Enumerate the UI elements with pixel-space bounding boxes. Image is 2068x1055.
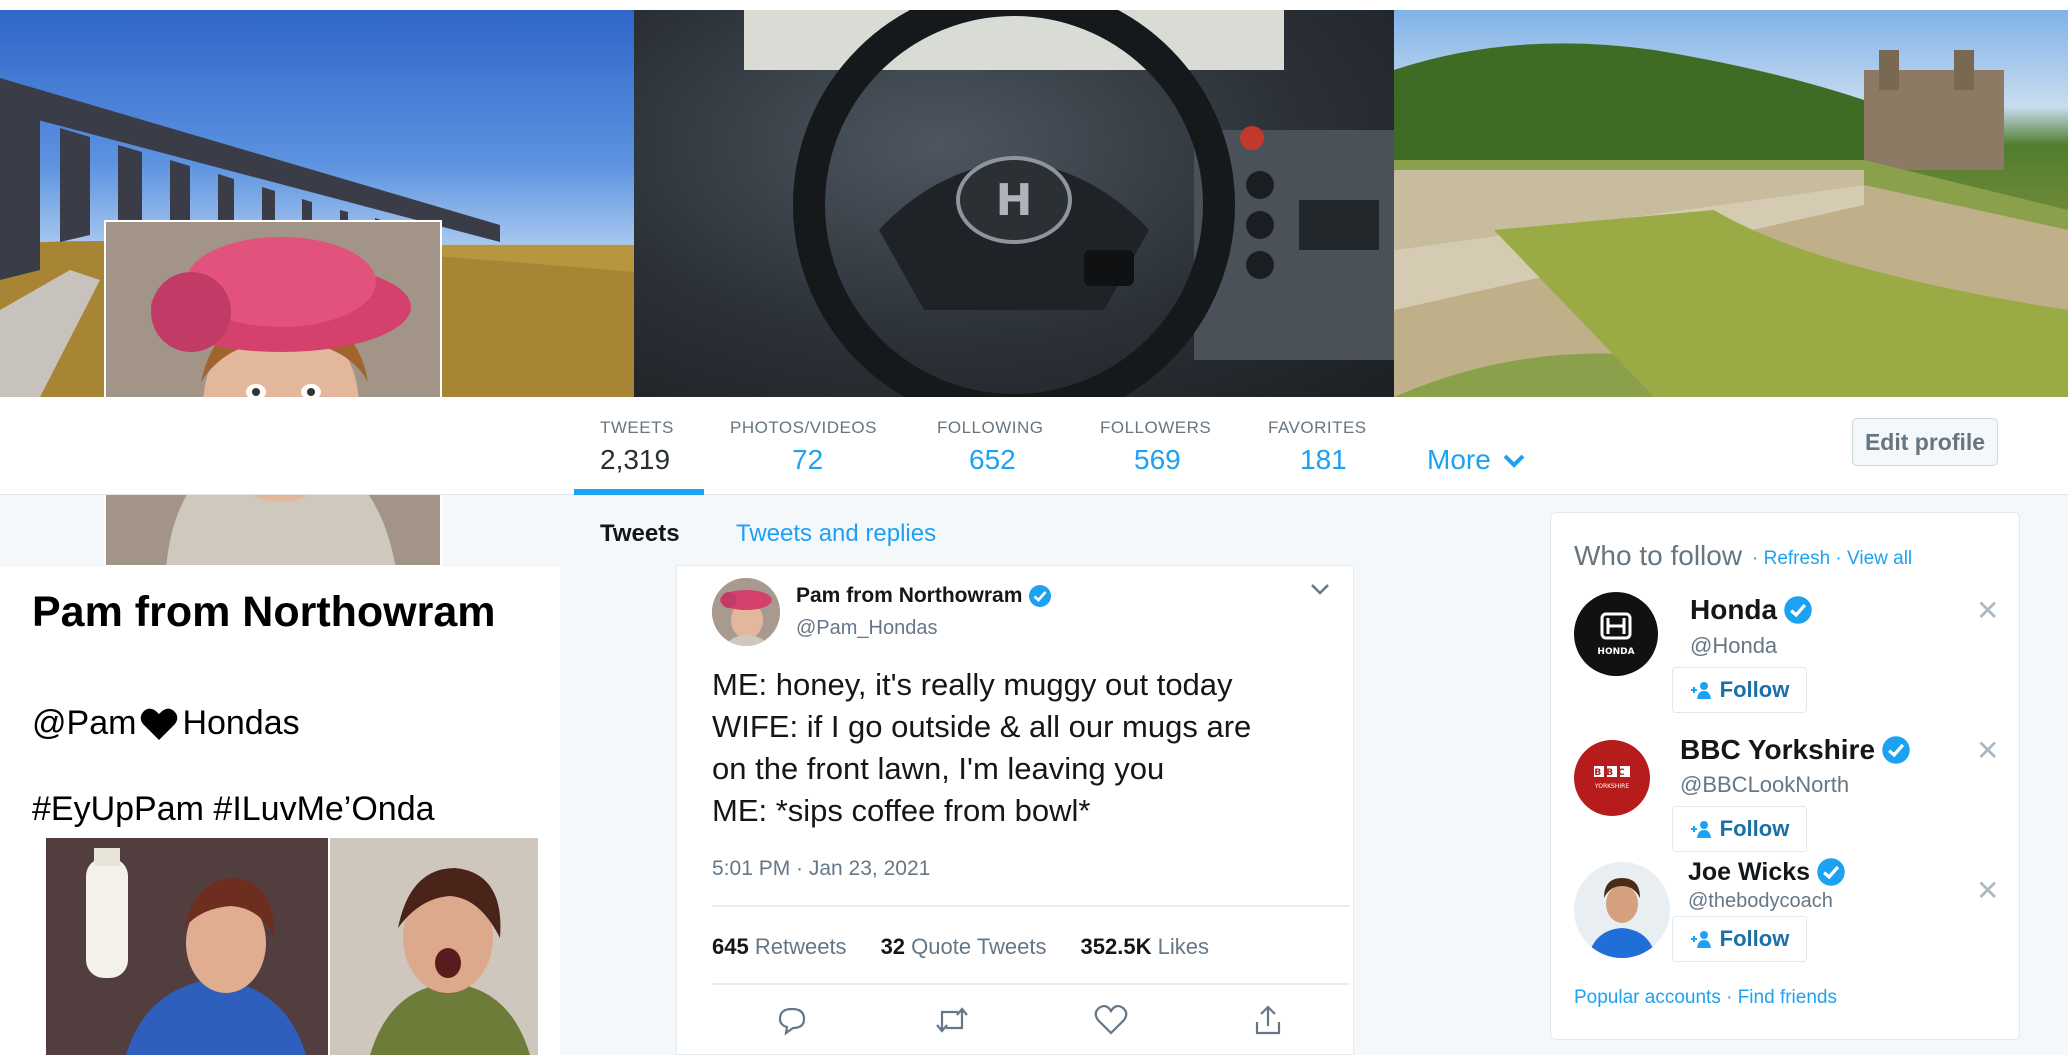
handle-prefix: @Pam (32, 704, 137, 742)
verified-icon (1882, 736, 1910, 764)
profile-handle: @Pam Hondas (32, 704, 300, 743)
tab-tweets[interactable]: Tweets (600, 520, 680, 548)
heart-icon (141, 708, 178, 740)
account-handle-bbc-yorkshire[interactable]: @BBCLookNorth (1680, 772, 1849, 798)
retweets-count: 645 (712, 934, 749, 959)
dismiss-honda[interactable]: ✕ (1976, 594, 1999, 627)
profile-avatar[interactable] (104, 220, 442, 567)
stat-label: TWEETS (600, 418, 674, 437)
account-name-text: BBC Yorkshire (1680, 734, 1876, 765)
tab-tweets-and-replies[interactable]: Tweets and replies (736, 520, 936, 548)
bbc-logo-text: BBC (1594, 768, 1629, 778)
verified-icon (1784, 596, 1812, 624)
retweet-icon[interactable] (934, 1004, 970, 1036)
dismiss-bbc-yorkshire[interactable]: ✕ (1976, 734, 1999, 767)
tweet-line: WIFE: if I go outside & all our mugs are (712, 709, 1252, 744)
follow-label: Follow (1719, 926, 1790, 951)
tweet-timestamp[interactable]: 5:01 PM · Jan 23, 2021 (712, 857, 930, 881)
profile-photo-surprised (330, 838, 538, 1055)
divider (712, 905, 1350, 907)
stat-label: FOLLOWERS (1100, 418, 1212, 437)
stat-value: 181 (1300, 444, 1347, 475)
account-name-bbc-yorkshire[interactable]: BBC Yorkshire (1680, 734, 1911, 766)
stat-value: 2,319 (600, 444, 671, 475)
follow-button-honda[interactable]: Follow (1672, 667, 1807, 713)
follow-button-bbc-yorkshire[interactable]: Follow (1672, 806, 1807, 852)
yorkshire-logo-text: YORKSHIRE (1594, 783, 1629, 790)
handle-suffix: Hondas (182, 704, 300, 742)
tweet-author-name[interactable]: Pam from Northowram (796, 584, 1052, 608)
chevron-down-icon[interactable] (1310, 582, 1330, 596)
who-to-follow-title: Who to follow (1574, 540, 1743, 571)
retweets-label: Retweets (754, 934, 847, 959)
reply-icon[interactable] (776, 1004, 808, 1036)
follow-label: Follow (1719, 677, 1790, 702)
retweets-stat[interactable]: 645 Retweets (712, 934, 847, 960)
honda-avatar[interactable]: HONDA (1574, 592, 1658, 676)
share-icon[interactable] (1252, 1004, 1284, 1036)
stat-value: 652 (969, 444, 1016, 475)
banner-photo-steering-wheel: H (634, 10, 1394, 397)
chevron-down-icon (1503, 454, 1524, 468)
tweet-line: ME: honey, it's really muggy out today (712, 667, 1233, 702)
quotes-count: 32 (880, 934, 906, 959)
verified-icon (1817, 858, 1845, 886)
likes-count: 352.5K (1080, 934, 1152, 959)
add-user-icon (1690, 821, 1711, 838)
bbc-yorkshire-avatar[interactable]: BBC YORKSHIRE (1574, 740, 1650, 816)
joe-wicks-avatar[interactable] (1574, 862, 1670, 958)
stat-following[interactable]: FOLLOWING 652 (937, 418, 1044, 476)
refresh-view-all-links[interactable]: · Refresh · View all (1752, 548, 1912, 570)
svg-text:H: H (996, 175, 1033, 226)
profile-photo-milk-bottle (46, 838, 328, 1055)
tweet-author-handle[interactable]: @Pam_Hondas (796, 617, 937, 640)
author-name-text: Pam from Northowram (796, 584, 1023, 607)
tweet-line: ME: *sips coffee from bowl* (712, 793, 1091, 828)
likes-stat[interactable]: 352.5K Likes (1081, 934, 1209, 960)
profile-name: Pam from Northowram (32, 588, 496, 636)
add-user-icon (1690, 931, 1711, 948)
banner-photo-city-walls (1394, 10, 2068, 397)
stat-value: 72 (792, 444, 824, 475)
verified-icon (1029, 585, 1052, 607)
follow-button-joe-wicks[interactable]: Follow (1672, 916, 1807, 962)
account-handle-joe-wicks[interactable]: @thebodycoach (1688, 890, 1833, 913)
account-handle-honda[interactable]: @Honda (1690, 633, 1777, 659)
stat-label: FAVORITES (1268, 418, 1367, 437)
stat-value: 569 (1134, 444, 1181, 475)
quotes-label: Quote Tweets (911, 934, 1047, 959)
tweet-author-avatar[interactable] (712, 578, 780, 646)
account-name-text: Joe Wicks (1688, 857, 1811, 886)
edit-profile-button[interactable]: Edit profile (1852, 418, 1998, 466)
stat-photos-videos[interactable]: PHOTOS/VIDEOS 72 (730, 418, 877, 476)
tweet-line: on the front lawn, I'm leaving you (712, 751, 1165, 786)
stat-label: PHOTOS/VIDEOS (730, 418, 877, 437)
like-icon[interactable] (1094, 1004, 1128, 1036)
profile-hashtags: #EyUpPam #ILuvMe’Onda (32, 790, 435, 828)
stat-tweets[interactable]: TWEETS 2,319 (600, 418, 674, 476)
follow-label: Follow (1719, 816, 1790, 841)
more-menu[interactable]: More (1427, 444, 1525, 476)
account-name-text: Honda (1690, 594, 1778, 625)
stat-label: FOLLOWING (937, 418, 1044, 437)
stat-followers[interactable]: FOLLOWERS 569 (1100, 418, 1211, 476)
account-name-joe-wicks[interactable]: Joe Wicks (1688, 857, 1846, 887)
quote-tweets-stat[interactable]: 32 Quote Tweets (881, 934, 1047, 960)
dismiss-joe-wicks[interactable]: ✕ (1976, 874, 1999, 907)
tweet-stats: 645 Retweets 32 Quote Tweets 352.5K Like… (712, 934, 1209, 960)
add-user-icon (1690, 682, 1711, 699)
more-label: More (1427, 444, 1491, 475)
popular-accounts-find-friends-links[interactable]: Popular accounts · Find friends (1574, 987, 1837, 1009)
account-name-honda[interactable]: Honda (1690, 594, 1813, 626)
divider (712, 983, 1350, 985)
honda-logo-text: HONDA (1597, 647, 1634, 657)
tweet-text: ME: honey, it's really muggy out today W… (712, 664, 1342, 832)
likes-label: Likes (1157, 934, 1209, 959)
stat-favorites[interactable]: FAVORITES 181 (1268, 418, 1367, 476)
